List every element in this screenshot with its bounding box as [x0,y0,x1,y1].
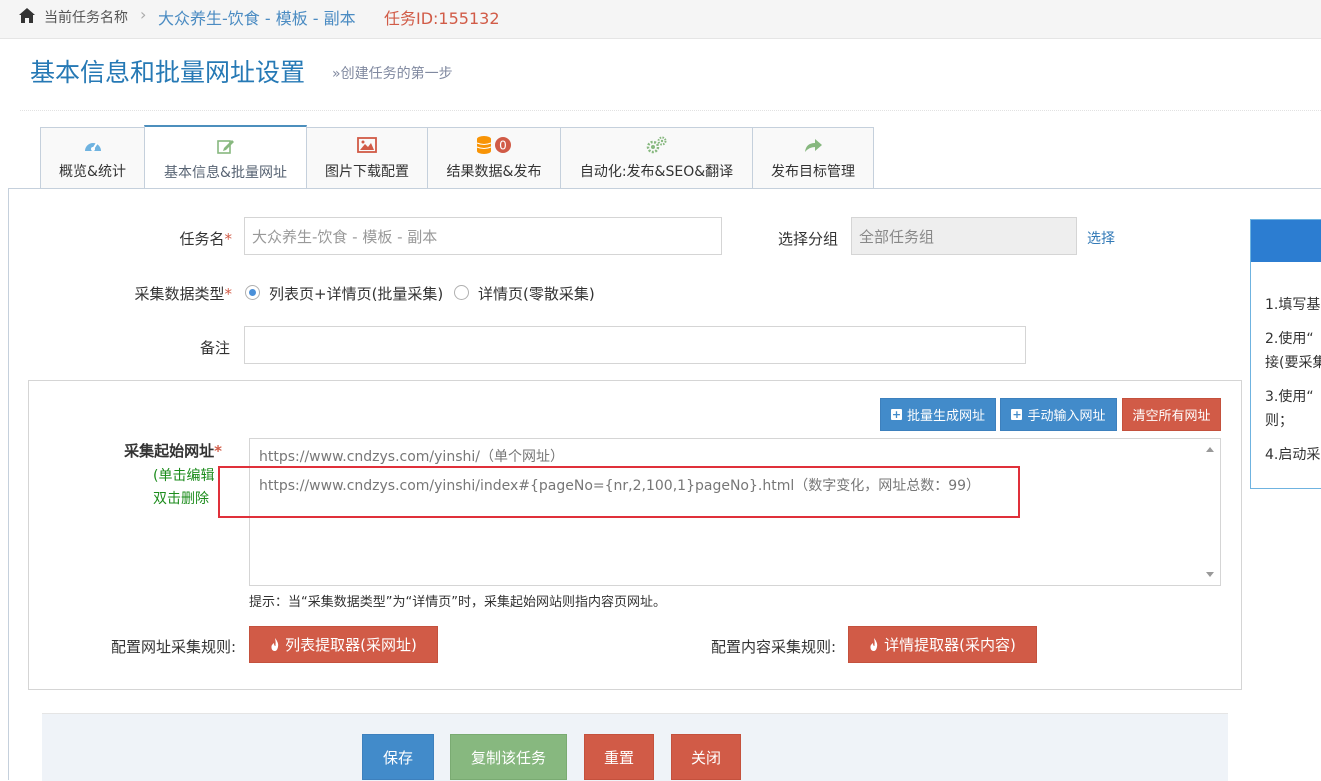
tab-content-divider [8,188,1321,189]
tab-automation[interactable]: 自动化:发布&SEO&翻译 [560,127,753,188]
list-rule-label: 配置网址采集规则: [110,638,236,656]
picture-icon [357,137,377,153]
start-url-label: 采集起始网址* [124,442,222,460]
content-rule-label: 配置内容采集规则: [710,638,836,656]
list-extractor-button[interactable]: 列表提取器(采网址) [249,626,438,663]
tab-basic-info[interactable]: 基本信息&批量网址 [144,125,307,188]
plus-icon: + [1011,408,1023,421]
dblclick-delete-note: 双击删除 [153,491,209,507]
close-button[interactable]: 关闭 [671,734,741,780]
url-hint: 提示：当“采集数据类型”为“详情页”时，采集起始网站则指内容页网址。 [249,595,666,610]
cogs-icon [646,136,666,154]
database-icon: 0 [476,136,511,154]
breadcrumb-separator: › [140,5,147,24]
page-title: 基本信息和批量网址设置 [30,58,306,87]
url-list-item[interactable]: https://www.cndzys.com/yinshi/（单个网址） [259,446,564,466]
edit-icon [216,140,234,154]
copy-task-button[interactable]: 复制该任务 [450,734,567,780]
help-line: 3.使用“ [1265,389,1314,405]
click-edit-note: (单击编辑 [153,468,215,484]
scroll-down-arrow[interactable] [1206,572,1214,577]
manual-input-button[interactable]: + 手动输入网址 [1000,398,1117,431]
remark-label: 备注 [199,339,230,357]
tab-results-publish[interactable]: 0 结果数据&发布 [427,127,561,188]
tab-overview[interactable]: 概览&统计 [40,127,145,188]
task-name-input[interactable]: 大众养生-饮食 - 模板 - 副本 [244,217,722,255]
dashboard-icon [84,142,101,151]
help-line: 1.填写基 [1265,297,1321,313]
help-panel-header [1251,220,1321,262]
batch-generate-button[interactable]: + 批量生成网址 [880,398,996,431]
radio-detail-only[interactable] [454,285,469,300]
tab-publish-targets[interactable]: 发布目标管理 [752,127,874,188]
breadcrumb-label: 当前任务名称 [44,10,128,26]
badge-count: 0 [499,139,507,153]
reset-button[interactable]: 重置 [584,734,654,780]
tab-label: 图片下载配置 [325,164,409,180]
tab-label: 结果数据&发布 [446,164,542,180]
help-line: 2.使用“ [1265,331,1314,347]
breadcrumb-task-name[interactable]: 大众养生-饮食 - 模板 - 副本 [158,5,356,29]
group-select-link[interactable]: 选择 [1087,228,1115,248]
help-panel: 1.填写基 2.使用“ 接(要采集 3.使用“ 则； 4.启动采 [1250,219,1321,489]
tab-label: 发布目标管理 [771,164,855,180]
breadcrumb-task-id: 任务ID:155132 [384,9,500,28]
help-line: 4.启动采 [1265,447,1321,463]
help-line: 则； [1265,413,1293,429]
fire-icon [271,638,279,651]
group-field: 全部任务组 [851,217,1077,255]
remark-input[interactable] [244,326,1026,364]
save-button[interactable]: 保存 [362,734,434,780]
help-line: 接(要采集 [1265,355,1321,371]
tab-label: 概览&统计 [59,164,126,180]
tab-image-download[interactable]: 图片下载配置 [306,127,428,188]
home-icon[interactable] [18,7,36,25]
detail-extractor-button[interactable]: 详情提取器(采内容) [848,626,1037,663]
group-label: 选择分组 [777,230,838,248]
title-divider [20,110,1321,111]
plus-icon: + [890,408,902,421]
clear-urls-button[interactable]: 清空所有网址 [1122,398,1221,431]
page-subtitle: »创建任务的第一步 [332,66,453,82]
radio-list-detail[interactable] [245,285,260,300]
highlight-box [218,466,1020,518]
scroll-up-arrow[interactable] [1206,447,1214,452]
radio-list-detail-label[interactable]: 列表页+详情页(批量采集) [269,283,443,304]
share-icon [805,139,822,152]
tab-label: 基本信息&批量网址 [164,165,287,181]
task-name-label: 任务名* [179,230,232,248]
data-type-label: 采集数据类型* [134,285,232,303]
radio-detail-only-label[interactable]: 详情页(零散采集) [478,283,595,304]
tab-label: 自动化:发布&SEO&翻译 [579,164,734,180]
breadcrumb: 当前任务名称 › 大众养生-饮食 - 模板 - 副本 任务ID:155132 [0,0,1321,39]
fire-icon [870,638,878,651]
content-border [8,188,9,780]
